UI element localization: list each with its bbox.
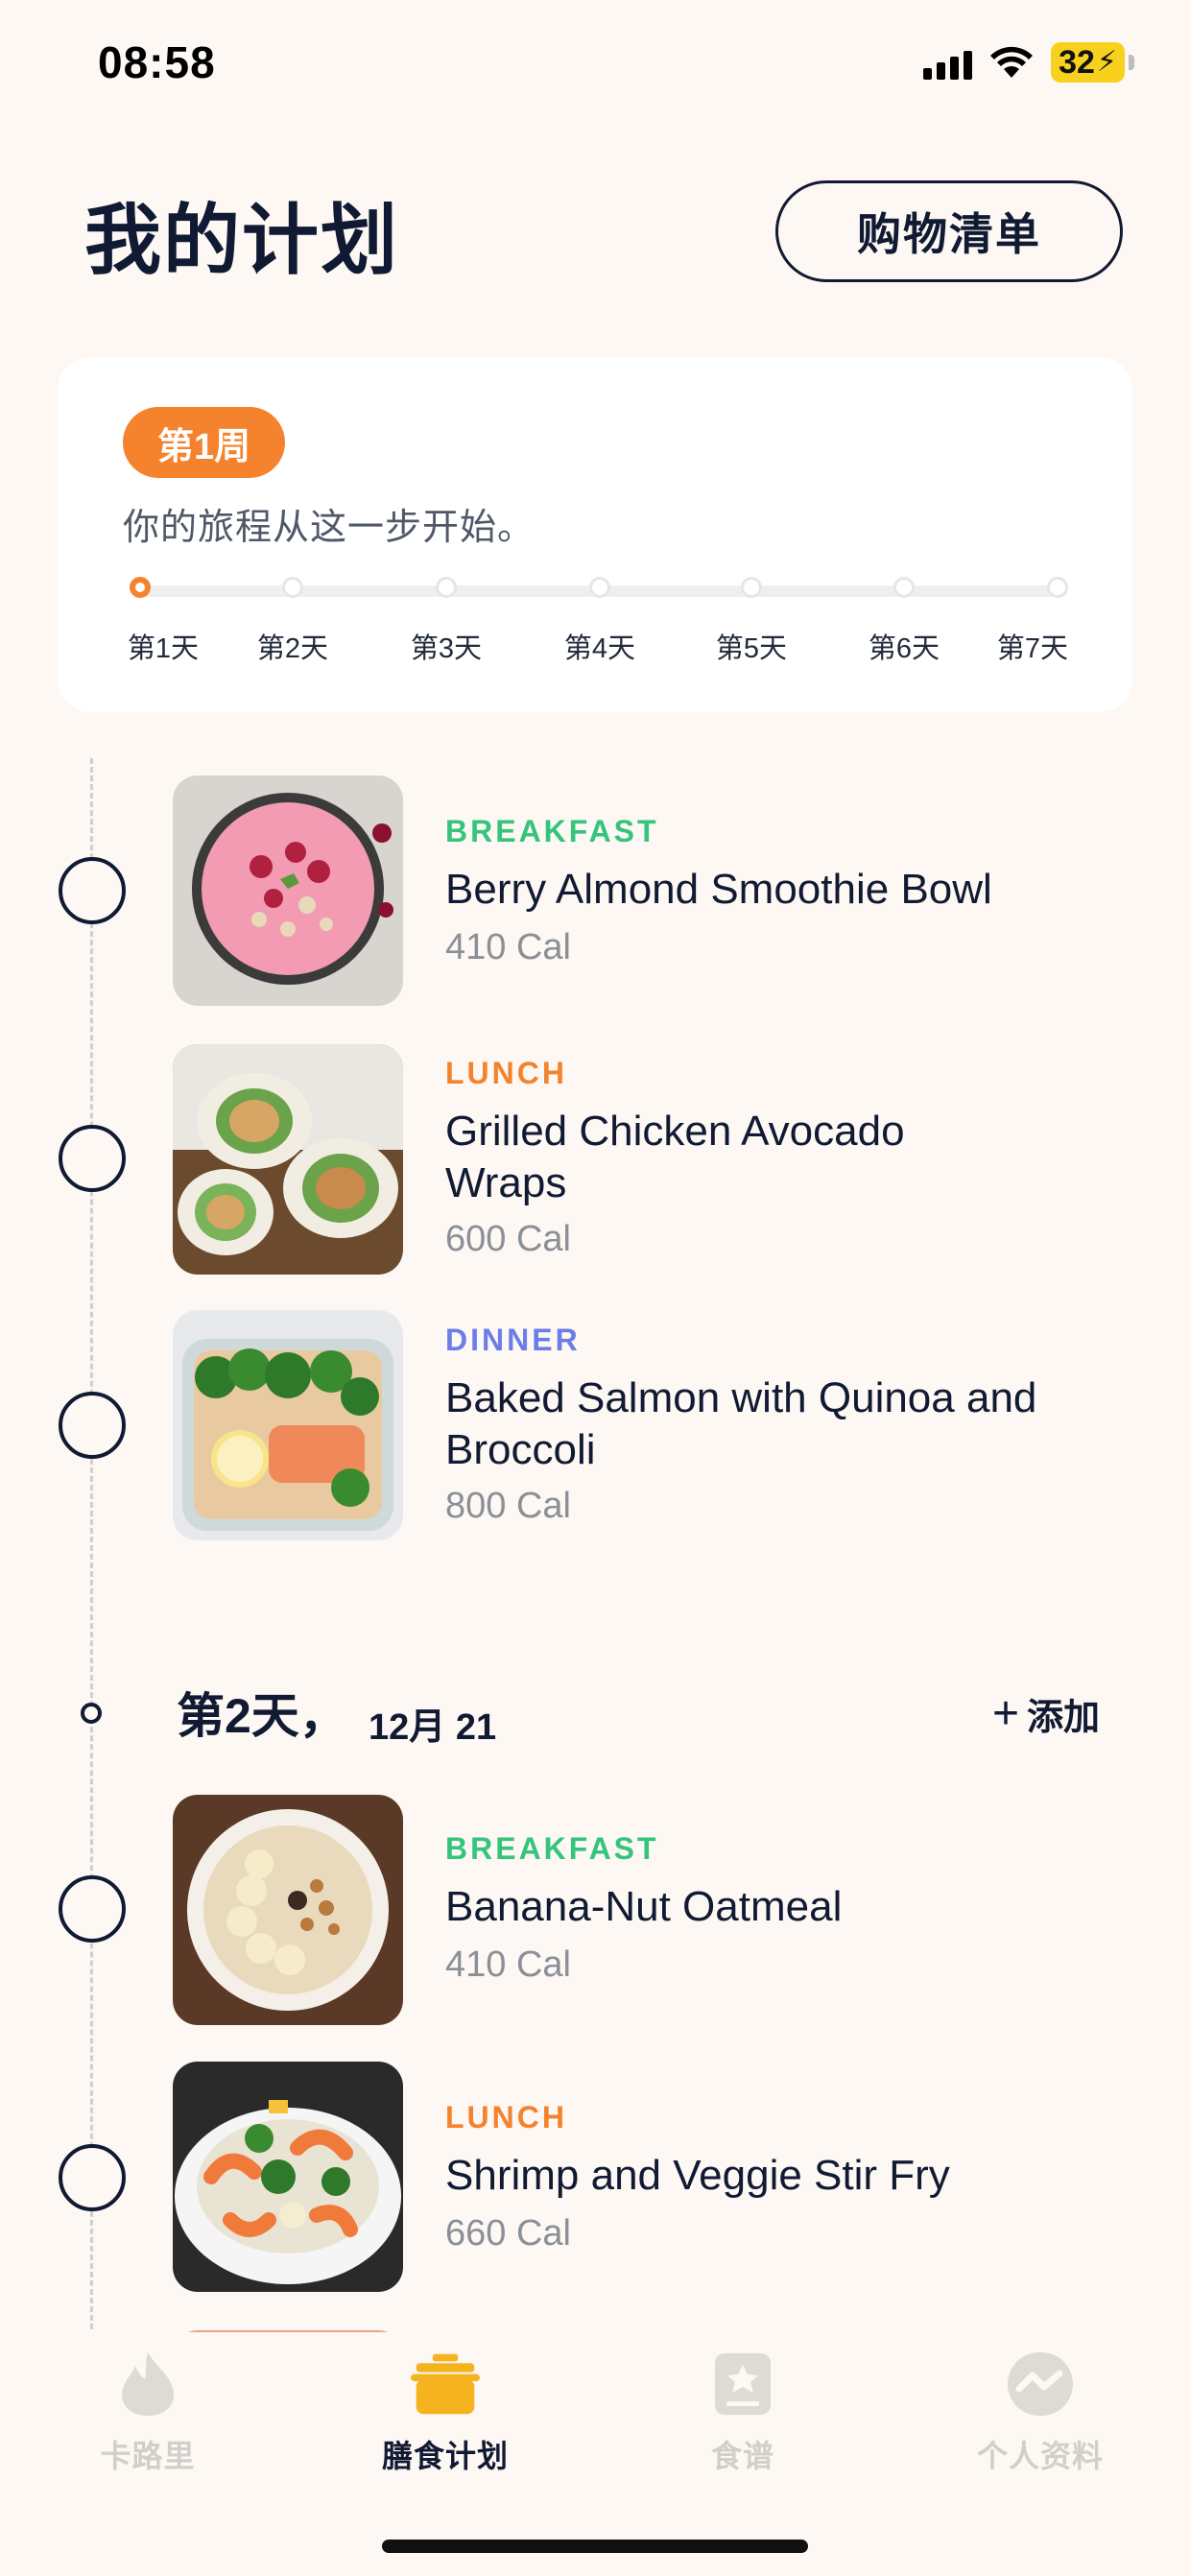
meal-photo-salmon-quinoa[interactable] <box>173 1310 403 1540</box>
meal-photo-chicken-wraps[interactable] <box>173 1044 403 1275</box>
add-meal-button[interactable]: + 添加 <box>992 1687 1100 1740</box>
tab-profile[interactable]: 个人资料 <box>944 2349 1136 2476</box>
meal-name[interactable]: Berry Almond Smoothie Bowl <box>445 864 1117 916</box>
tab-label: 个人资料 <box>976 2439 1104 2473</box>
meal-photo-shrimp-stir-fry[interactable] <box>173 2062 403 2292</box>
tab-calories[interactable]: 卡路里 <box>52 2349 244 2476</box>
meal-check-circle[interactable] <box>59 857 126 924</box>
meal-type-tag: LUNCH <box>445 2100 567 2135</box>
meal-check-circle[interactable] <box>59 2144 126 2211</box>
battery-level: 32 <box>1059 44 1095 81</box>
meal-type-tag: LUNCH <box>445 1056 567 1090</box>
home-indicator[interactable] <box>382 2540 808 2553</box>
meal-name[interactable]: Grilled Chicken Avocado Wraps <box>445 1106 983 1209</box>
day-label-7[interactable]: 第7天 <box>997 626 1068 666</box>
meal-name[interactable]: Banana-Nut Oatmeal <box>445 1881 1117 1933</box>
plus-icon: + <box>992 1687 1020 1739</box>
day-dot-6[interactable] <box>893 577 915 598</box>
day-dot-4[interactable] <box>589 577 610 598</box>
meal-calories: 410 Cal <box>445 1944 571 1985</box>
day-label-5[interactable]: 第5天 <box>716 626 787 666</box>
day-dot-1[interactable] <box>130 577 151 598</box>
meal-check-circle[interactable] <box>59 1125 126 1192</box>
wifi-icon <box>990 46 1034 78</box>
flame-icon <box>113 2349 182 2419</box>
day-marker-dot <box>81 1703 102 1724</box>
battery-indicator: 32 ⚡ <box>1051 42 1134 83</box>
meal-plan-screen: 08:58 32 ⚡ 我的计划 购物清单 第1周 你的旅程从这一步开始。 第1天 … <box>0 0 1190 2576</box>
pot-icon <box>411 2349 480 2419</box>
day-label-1[interactable]: 第1天 <box>128 626 199 666</box>
day-2-title: 第2天， <box>177 1689 347 1743</box>
meal-type-tag: BREAKFAST <box>445 1831 659 1866</box>
day-2-date: 12月 21 <box>369 1707 497 1748</box>
tab-recipes[interactable]: 食谱 <box>647 2349 839 2476</box>
status-icons: 32 ⚡ <box>923 42 1134 83</box>
meal-photo-oatmeal[interactable] <box>173 1795 403 2025</box>
shopping-list-button[interactable]: 购物清单 <box>775 180 1123 282</box>
day-label-6[interactable]: 第6天 <box>869 626 940 666</box>
day-label-3[interactable]: 第3天 <box>411 626 482 666</box>
tab-label: 食谱 <box>710 2439 774 2473</box>
meal-name[interactable]: Baked Salmon with Quinoa and Broccoli <box>445 1372 1136 1476</box>
charging-bolt-icon: ⚡ <box>1096 46 1117 78</box>
add-meal-label: 添加 <box>1027 1698 1101 1738</box>
meal-calories: 800 Cal <box>445 1486 571 1526</box>
meal-type-tag: DINNER <box>445 1323 581 1357</box>
day-dot-7[interactable] <box>1047 577 1068 598</box>
tab-label: 膳食计划 <box>381 2439 509 2473</box>
status-time: 08:58 <box>98 37 216 87</box>
tab-meal-plan[interactable]: 膳食计划 <box>349 2349 541 2476</box>
cellular-signal-icon <box>923 45 973 80</box>
week-badge: 第1周 <box>123 407 286 478</box>
meal-calories: 660 Cal <box>445 2213 571 2254</box>
day-dot-3[interactable] <box>436 577 457 598</box>
day-dot-5[interactable] <box>741 577 762 598</box>
day-dot-2[interactable] <box>282 577 303 598</box>
page-title: 我的计划 <box>84 198 399 283</box>
meal-check-circle[interactable] <box>59 1875 126 1943</box>
recipe-book-icon <box>708 2349 777 2419</box>
meal-type-tag: BREAKFAST <box>445 814 659 848</box>
day-label-2[interactable]: 第2天 <box>257 626 328 666</box>
tab-label: 卡路里 <box>100 2439 196 2473</box>
day-label-4[interactable]: 第4天 <box>564 626 635 666</box>
week-subtitle: 你的旅程从这一步开始。 <box>123 508 536 548</box>
profile-icon <box>1006 2349 1075 2419</box>
meal-check-circle[interactable] <box>59 1392 126 1459</box>
meal-photo-smoothie-bowl[interactable] <box>173 775 403 1006</box>
week-progress-card: 第1周 你的旅程从这一步开始。 第1天 第2天 第3天 第4天 第5天 第6天 … <box>58 357 1132 712</box>
meal-calories: 410 Cal <box>445 927 571 967</box>
timeline-line <box>90 758 93 2338</box>
meal-calories: 600 Cal <box>445 1219 571 1259</box>
meal-name[interactable]: Shrimp and Veggie Stir Fry <box>445 2150 1117 2202</box>
